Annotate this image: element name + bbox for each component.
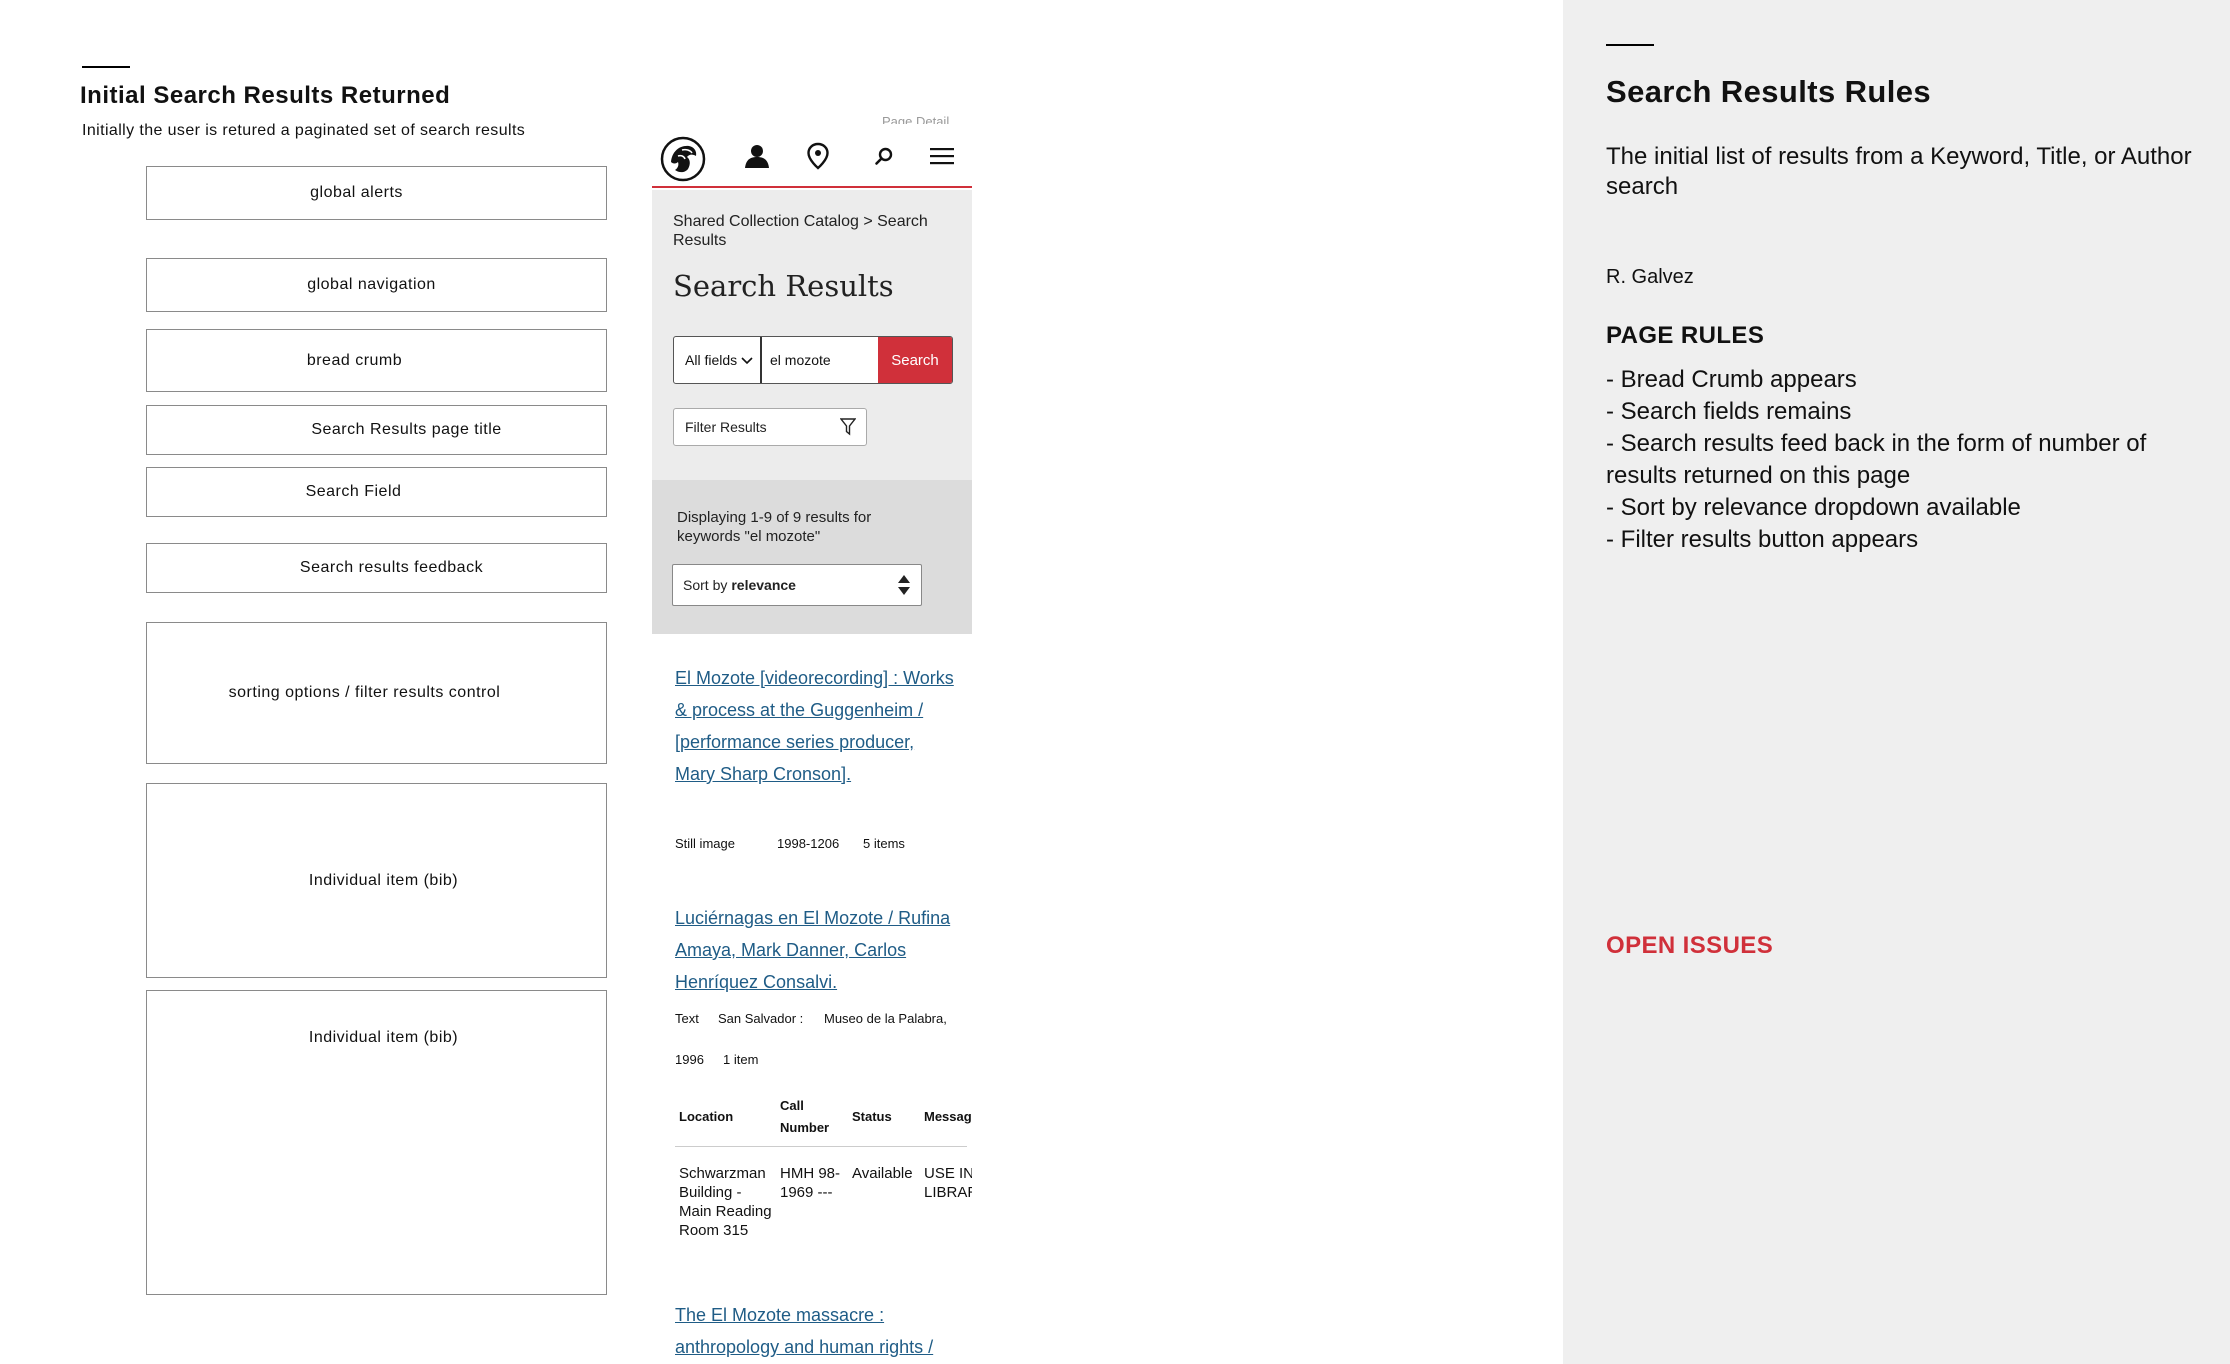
rules-panel: [1563, 0, 2230, 1364]
mobile-mockup: Shared Collection Catalog > Search Resul…: [652, 124, 972, 1364]
wireframe-box-label: bread crumb: [306, 351, 403, 369]
filter-icon: [839, 418, 857, 439]
result-title-link[interactable]: The El Mozote massacre : anthropology an…: [675, 1299, 955, 1363]
wireframe-box-global-navigation: global navigation: [146, 258, 607, 312]
result-title-link[interactable]: Luciérnagas en El Mozote / Rufina Amaya,…: [675, 902, 955, 998]
wireframe-box-item-bib-1: Individual item (bib): [146, 783, 607, 978]
search-input[interactable]: el mozote: [770, 337, 882, 383]
page-rule-item: - Filter results button appears: [1606, 526, 1919, 553]
table-header-status: Status: [852, 1109, 892, 1124]
page-rule-item: - Sort by relevance dropdown available: [1606, 494, 2021, 521]
wireframe-box-label: Search results feedback: [299, 559, 484, 576]
wireframe-box-sorting-filter: sorting options / filter results control: [146, 622, 607, 764]
page-title: Search Results: [673, 269, 894, 303]
table-header-location: Location: [679, 1109, 734, 1124]
sort-arrows-icon: [897, 574, 911, 599]
filter-results-button[interactable]: Filter Results: [673, 408, 867, 446]
rules-panel-description: The initial list of results from a Keywo…: [1606, 143, 2192, 200]
result-items: 1 item: [723, 1052, 759, 1067]
result-publisher: Museo de la Palabra,: [824, 1011, 947, 1026]
table-header-message: Message: [924, 1109, 972, 1124]
wireframe-subtitle: Initially the user is retured a paginate…: [82, 122, 526, 139]
wireframe-box-search-field: Search Field: [146, 467, 607, 517]
wireframe-box-label: Search Results page title: [311, 421, 502, 438]
open-issues-heading: OPEN ISSUES: [1606, 932, 1774, 959]
user-icon[interactable]: [739, 138, 775, 174]
search-button[interactable]: Search: [878, 337, 952, 383]
result-type: Text: [675, 1011, 699, 1026]
sort-dropdown[interactable]: Sort by relevance: [672, 564, 922, 606]
search-icon[interactable]: [866, 138, 902, 174]
search-field-select[interactable]: All fields: [674, 337, 762, 383]
result-items: 5 items: [863, 836, 905, 851]
lion-logo-icon[interactable]: [660, 136, 706, 182]
wireframe-box-label: Individual item (bib): [308, 1028, 459, 1046]
page-rules-list: - Bread Crumb appears - Search fields re…: [1606, 364, 2206, 556]
sort-prefix: Sort by: [683, 577, 728, 593]
menu-icon[interactable]: [924, 138, 960, 174]
wireframe-box-page-title: Search Results page title: [146, 405, 607, 455]
wireframe-title: Initial Search Results Returned: [80, 82, 451, 109]
results-feedback: Displaying 1-9 of 9 results for keywords…: [677, 509, 872, 545]
results-feedback-section: [652, 480, 972, 634]
search-field-select-value: All fields: [685, 352, 738, 368]
wireframe-box-global-alerts: global alerts: [146, 166, 607, 220]
result-title-link[interactable]: El Mozote [videorecording] : Works & pro…: [675, 662, 955, 790]
table-cell-location: Schwarzman Building - Main Reading Room …: [679, 1165, 772, 1239]
wireframe-box-label: global navigation: [307, 276, 436, 293]
wireframe-box-label: sorting options / filter results control: [228, 684, 501, 701]
page-rule-item: - Bread Crumb appears: [1606, 366, 1857, 393]
wireframe-box-results-feedback: Search results feedback: [146, 543, 607, 593]
page-rule-item: - Search fields remains: [1606, 398, 1852, 425]
filter-results-label: Filter Results: [685, 419, 767, 435]
result-date: 1998-1206: [777, 836, 840, 851]
result-date: 1996: [675, 1052, 704, 1067]
search-form: All fields el mozote Search: [673, 336, 953, 384]
table-cell-status: Available: [852, 1165, 913, 1182]
wireframe-box-label: global alerts: [310, 184, 403, 201]
sort-value: relevance: [731, 577, 796, 593]
table-cell-call-number: HMH 98-1969 ---: [780, 1165, 841, 1201]
wireframe-rule: [82, 66, 130, 68]
breadcrumb[interactable]: Shared Collection Catalog > Search Resul…: [673, 212, 963, 250]
rules-panel-author: R. Galvez: [1606, 266, 1694, 288]
wireframe-box-label: Search Field: [305, 483, 402, 500]
page-rule-item: - Search results feed back in the form o…: [1606, 430, 2147, 489]
wireframe-box-item-bib-2: Individual item (bib): [146, 990, 607, 1295]
table-divider: [675, 1146, 967, 1147]
result-place: San Salvador :: [718, 1011, 804, 1026]
rules-panel-title: Search Results Rules: [1606, 74, 1932, 109]
chevron-down-icon: [741, 352, 753, 368]
global-header: [652, 124, 972, 188]
table-cell-message: USE IN LIBRARY: [924, 1165, 972, 1201]
page-rules-heading: PAGE RULES: [1606, 322, 1765, 349]
table-header-call-number: Call Number: [780, 1098, 830, 1135]
rules-panel-rule: [1606, 44, 1654, 46]
wireframe-box-bread-crumb: bread crumb: [146, 329, 607, 392]
location-pin-icon[interactable]: [800, 138, 836, 174]
wireframe-box-label: Individual item (bib): [308, 871, 459, 889]
result-type: Still image: [675, 836, 735, 851]
